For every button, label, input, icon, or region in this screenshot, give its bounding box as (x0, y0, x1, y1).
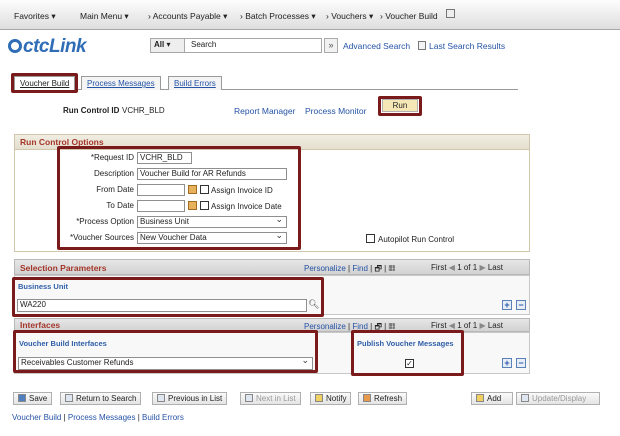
tab-build-errors[interactable]: Build Errors (168, 76, 222, 90)
intf-prev-icon[interactable]: ◀ (449, 321, 455, 330)
update-display-button[interactable]: Update/Display (516, 392, 600, 405)
sp-pager: First ◀ 1 of 1 ▶ Last (431, 263, 503, 272)
run-button[interactable]: Run (382, 99, 418, 112)
to-date-label: To Date (106, 201, 134, 210)
next-in-list-button[interactable]: Next in List (240, 392, 301, 405)
voucher-build-interfaces-select[interactable]: Receivables Customer Refunds (18, 357, 313, 370)
nav-batch-processes[interactable]: › Batch Processes ▾ (240, 11, 316, 22)
intf-add-row-icon[interactable]: + (502, 358, 512, 368)
request-id-label: *Request ID (90, 153, 134, 162)
last-search-icon[interactable] (418, 41, 426, 50)
sp-first[interactable]: First (431, 263, 447, 272)
run-control-label: Run Control ID (63, 106, 120, 115)
next-icon (245, 394, 253, 402)
logo: ctcLink (8, 36, 87, 58)
intf-last[interactable]: Last (488, 321, 503, 330)
nav-vouchers[interactable]: › Vouchers ▾ (326, 11, 373, 22)
return-icon (65, 394, 73, 402)
sp-last[interactable]: Last (488, 263, 503, 272)
update-icon (521, 394, 529, 402)
top-nav-bar: Favorites ▾ Main Menu ▾ › Accounts Payab… (0, 0, 620, 30)
report-manager-link[interactable]: Report Manager (234, 106, 295, 116)
previous-in-list-button[interactable]: Previous in List (152, 392, 228, 405)
intf-pager: First ◀ 1 of 1 ▶ Last (431, 321, 503, 330)
process-option-select[interactable]: Business Unit (137, 216, 287, 228)
sp-personalize-link[interactable]: Personalize (304, 264, 346, 273)
footer-build-errors-link[interactable]: Build Errors (142, 413, 184, 422)
add-icon (476, 394, 484, 402)
request-id-input[interactable]: VCHR_BLD (137, 152, 192, 164)
sp-add-row-icon[interactable]: + (502, 300, 512, 310)
intf-count: 1 of 1 (457, 321, 478, 330)
selection-parameters-title: Selection Parameters (20, 263, 107, 273)
business-unit-input[interactable]: WA220 (17, 299, 307, 312)
sp-view-all-icon[interactable]: 🗗 (374, 264, 382, 273)
refresh-icon (363, 394, 371, 402)
publish-voucher-messages-header: Publish Voucher Messages (357, 339, 454, 348)
process-option-label: *Process Option (76, 217, 134, 226)
search-scope-select[interactable]: All ▾ (151, 39, 185, 52)
previous-icon (157, 394, 165, 402)
from-date-calendar-icon[interactable] (188, 185, 197, 194)
from-date-label: From Date (96, 185, 134, 194)
advanced-search-link[interactable]: Advanced Search (343, 41, 410, 51)
to-date-input[interactable] (137, 200, 185, 212)
business-unit-lookup-icon[interactable]: 🔍︎ (308, 299, 319, 310)
sp-next-icon[interactable]: ▶ (479, 263, 485, 272)
tab-voucher-build[interactable]: Voucher Build (14, 76, 76, 90)
description-label: Description (93, 169, 134, 178)
footer-process-messages-link[interactable]: Process Messages (68, 413, 136, 422)
voucher-sources-select[interactable]: New Voucher Data (137, 232, 287, 244)
nav-voucher-build[interactable]: › Voucher Build (380, 11, 438, 21)
tab-process-messages[interactable]: Process Messages (81, 76, 161, 90)
interfaces-title: Interfaces (20, 320, 61, 330)
assign-invoice-date-label: Assign Invoice Date (211, 202, 282, 211)
save-icon (18, 394, 26, 402)
footer-links: Voucher Build | Process Messages | Build… (12, 413, 184, 422)
publish-voucher-messages-checkbox[interactable]: ✓ (405, 359, 414, 368)
run-control-value: VCHR_BLD (122, 106, 165, 115)
intf-delete-row-icon[interactable]: − (516, 358, 526, 368)
sp-count: 1 of 1 (457, 263, 478, 272)
search-go-icon[interactable]: » (324, 38, 338, 53)
sp-download-icon[interactable]: ▦ (388, 264, 395, 273)
voucher-build-interfaces-header: Voucher Build Interfaces (19, 339, 107, 348)
notify-icon (315, 394, 323, 402)
voucher-sources-label: *Voucher Sources (69, 233, 134, 242)
to-date-calendar-icon[interactable] (188, 201, 197, 210)
assign-invoice-date-checkbox[interactable] (200, 201, 209, 210)
nav-edit-icon[interactable] (446, 9, 455, 18)
assign-invoice-id-label: Assign Invoice ID (211, 186, 273, 195)
save-button[interactable]: Save (13, 392, 53, 405)
last-search-results-link[interactable]: Last Search Results (429, 41, 505, 51)
sp-prev-icon[interactable]: ◀ (449, 263, 455, 272)
return-to-search-button[interactable]: Return to Search (60, 392, 142, 405)
notify-button[interactable]: Notify (310, 392, 352, 405)
search-input[interactable]: Search (191, 40, 216, 49)
nav-main-menu[interactable]: Main Menu ▾ (80, 11, 129, 22)
logo-ring-icon (8, 39, 22, 53)
intf-first[interactable]: First (431, 321, 447, 330)
autopilot-checkbox[interactable] (366, 234, 375, 243)
business-unit-header: Business Unit (18, 282, 69, 291)
sp-delete-row-icon[interactable]: − (516, 300, 526, 310)
description-input[interactable]: Voucher Build for AR Refunds (137, 168, 287, 180)
refresh-button[interactable]: Refresh (358, 392, 408, 405)
add-button[interactable]: Add (471, 392, 513, 405)
assign-invoice-id-checkbox[interactable] (200, 185, 209, 194)
intf-next-icon[interactable]: ▶ (479, 321, 485, 330)
nav-favorites[interactable]: Favorites ▾ (14, 11, 56, 22)
footer-voucher-build-link[interactable]: Voucher Build (12, 413, 61, 422)
nav-accounts-payable[interactable]: › Accounts Payable ▾ (148, 11, 227, 22)
sp-find-link[interactable]: Find (352, 264, 368, 273)
autopilot-label: Autopilot Run Control (378, 235, 455, 244)
from-date-input[interactable] (137, 184, 185, 196)
publish-messages-highlight (351, 330, 464, 376)
process-monitor-link[interactable]: Process Monitor (305, 106, 366, 116)
